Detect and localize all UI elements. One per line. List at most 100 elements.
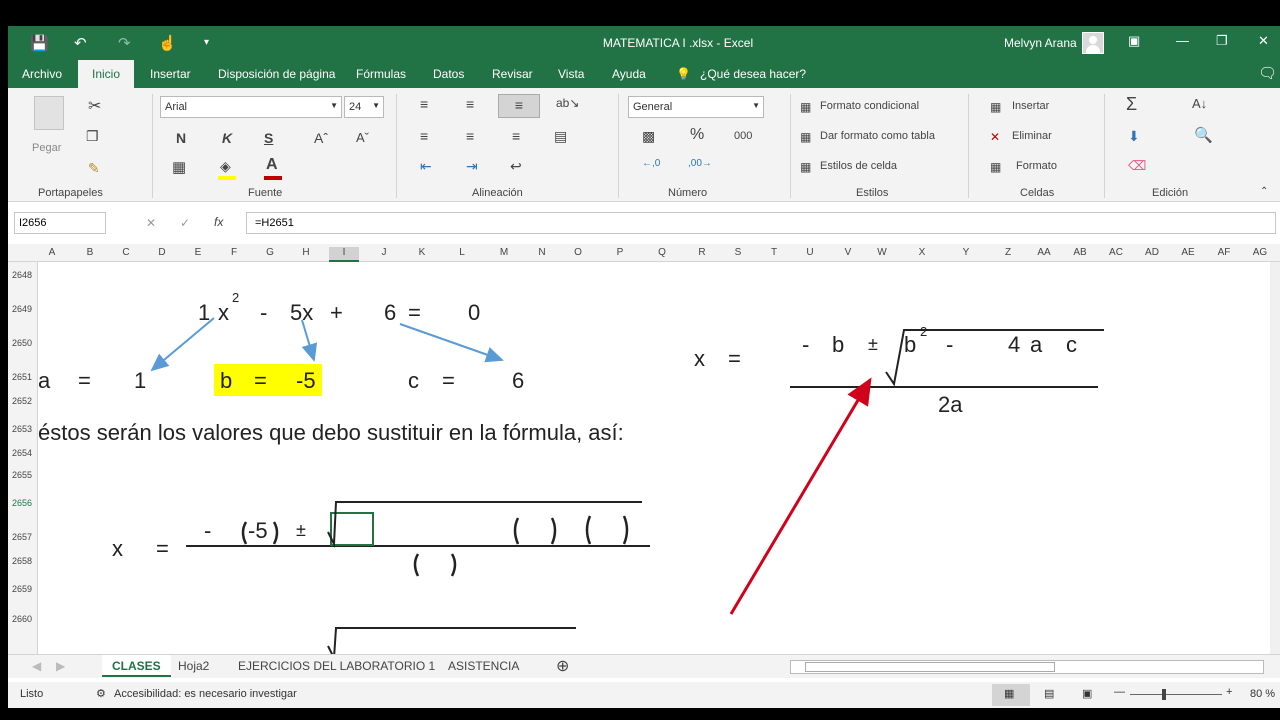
column-header[interactable]: F: [219, 247, 249, 258]
orientation-icon[interactable]: ab↘: [556, 96, 579, 110]
sheet-tab-asistencia[interactable]: ASISTENCIA: [448, 655, 519, 677]
column-header[interactable]: Z: [993, 247, 1023, 258]
row-header[interactable]: 2648: [8, 270, 36, 280]
row-header[interactable]: 2658: [8, 556, 36, 566]
zoom-in-icon[interactable]: +: [1226, 686, 1232, 698]
minimize-icon[interactable]: —: [1176, 33, 1189, 48]
column-header[interactable]: AF: [1209, 247, 1239, 258]
row-header[interactable]: 2660: [8, 614, 36, 624]
tab-ayuda[interactable]: Ayuda: [612, 67, 646, 81]
page-layout-icon[interactable]: ▤: [1044, 687, 1054, 700]
column-header[interactable]: O: [563, 247, 593, 258]
delete-cells-button[interactable]: Eliminar: [1012, 130, 1052, 142]
row-header[interactable]: 2653: [8, 424, 36, 434]
merge-center-icon[interactable]: ▤: [554, 128, 567, 145]
tab-datos[interactable]: Datos: [433, 67, 464, 81]
column-header[interactable]: AG: [1245, 247, 1275, 258]
column-header[interactable]: W: [867, 247, 897, 258]
column-header[interactable]: AD: [1137, 247, 1167, 258]
row-header[interactable]: 2652: [8, 396, 36, 406]
clear-icon[interactable]: ⌫: [1128, 158, 1146, 174]
paste-button[interactable]: Pegar: [32, 142, 61, 154]
percent-button[interactable]: %: [690, 126, 704, 144]
format-as-table-button[interactable]: Dar formato como tabla: [820, 130, 935, 142]
add-sheet-icon[interactable]: ⊕: [556, 656, 569, 676]
copy-icon[interactable]: ❐: [86, 128, 99, 145]
column-header[interactable]: A: [37, 247, 67, 258]
increase-indent-icon[interactable]: ⇥: [466, 158, 478, 175]
row-header[interactable]: 2649: [8, 304, 36, 314]
zoom-slider-thumb[interactable]: [1162, 689, 1166, 700]
column-header[interactable]: U: [795, 247, 825, 258]
ribbon-display-icon[interactable]: ▣: [1128, 33, 1140, 49]
column-header[interactable]: M: [489, 247, 519, 258]
font-size-select[interactable]: 24 ▼: [344, 96, 384, 118]
decrease-indent-icon[interactable]: ⇤: [420, 158, 432, 175]
avatar[interactable]: [1082, 32, 1104, 54]
align-left-icon[interactable]: ≡: [420, 128, 428, 144]
align-top-icon[interactable]: ≡: [420, 96, 428, 112]
restore-icon[interactable]: ❐: [1216, 33, 1228, 49]
close-icon[interactable]: ✕: [1258, 33, 1269, 49]
tab-archivo[interactable]: Archivo: [22, 67, 62, 81]
row-header[interactable]: 2659: [8, 584, 36, 594]
formula-input[interactable]: =H2651: [246, 212, 1276, 234]
sheet-tab-hoja2[interactable]: Hoja2: [178, 655, 209, 677]
sort-filter-icon[interactable]: A↓: [1192, 96, 1207, 111]
column-header[interactable]: AC: [1101, 247, 1131, 258]
column-header[interactable]: R: [687, 247, 717, 258]
cell-styles-button[interactable]: Estilos de celda: [820, 160, 897, 172]
borders-icon[interactable]: ▦: [172, 158, 186, 176]
column-header[interactable]: E: [183, 247, 213, 258]
horizontal-scroll-thumb[interactable]: [805, 662, 1055, 672]
cut-icon[interactable]: ✂: [88, 96, 101, 116]
column-header[interactable]: Y: [951, 247, 981, 258]
active-cell-I2656[interactable]: [330, 512, 374, 546]
row-header[interactable]: 2650: [8, 338, 36, 348]
sheet-tab-ejercicios[interactable]: EJERCICIOS DEL LABORATORIO 1: [238, 655, 435, 677]
insert-function-icon[interactable]: fx: [214, 215, 223, 229]
column-header[interactable]: T: [759, 247, 789, 258]
font-name-select[interactable]: Arial ▼: [160, 96, 342, 118]
row-header[interactable]: 2655: [8, 470, 36, 480]
column-header[interactable]: D: [147, 247, 177, 258]
decrease-decimal-icon[interactable]: ,00→: [688, 158, 712, 169]
redo-icon[interactable]: ↷: [118, 34, 131, 52]
column-header[interactable]: V: [833, 247, 863, 258]
row-header[interactable]: 2654: [8, 448, 36, 458]
vertical-scrollbar[interactable]: [1270, 262, 1280, 654]
number-format-select[interactable]: General ▼: [628, 96, 764, 118]
align-right-icon[interactable]: ≡: [512, 128, 520, 144]
customize-toolbar-icon[interactable]: ▾: [204, 37, 209, 48]
tell-me-search[interactable]: ¿Qué desea hacer?: [700, 67, 806, 81]
format-cells-button[interactable]: Formato: [1016, 160, 1057, 172]
tab-inicio[interactable]: Inicio: [78, 60, 135, 88]
sheet-tab-clases[interactable]: CLASES: [102, 655, 171, 677]
user-name[interactable]: Melvyn Arana: [1004, 36, 1077, 50]
fill-icon[interactable]: ⬇: [1128, 128, 1140, 145]
tab-vista[interactable]: Vista: [558, 67, 584, 81]
column-header[interactable]: G: [255, 247, 285, 258]
currency-icon[interactable]: ▩: [642, 128, 655, 145]
format-painter-icon[interactable]: ✎: [88, 160, 100, 177]
wrap-text-icon[interactable]: ↩: [510, 158, 522, 175]
autosum-icon[interactable]: Σ: [1126, 94, 1137, 115]
zoom-out-icon[interactable]: —: [1114, 686, 1125, 698]
align-center-icon[interactable]: ≡: [466, 128, 474, 144]
clipboard-icon[interactable]: [34, 96, 64, 130]
column-header[interactable]: S: [723, 247, 753, 258]
undo-icon[interactable]: ↶: [74, 34, 87, 52]
comments-icon[interactable]: 🗨: [1258, 64, 1277, 82]
collapse-ribbon-icon[interactable]: ⌃: [1260, 186, 1268, 197]
column-header[interactable]: X: [907, 247, 937, 258]
column-header[interactable]: N: [527, 247, 557, 258]
prev-sheet-icon[interactable]: ◀: [32, 659, 41, 673]
align-middle-icon[interactable]: ≡: [466, 96, 474, 112]
find-select-icon[interactable]: 🔍: [1194, 126, 1213, 144]
tab-revisar[interactable]: Revisar: [492, 67, 533, 81]
column-header[interactable]: H: [291, 247, 321, 258]
increase-font-icon[interactable]: Aˆ: [314, 130, 328, 146]
conditional-format-button[interactable]: Formato condicional: [820, 100, 919, 112]
column-header[interactable]: C: [111, 247, 141, 258]
accessibility-icon[interactable]: ⚙: [96, 687, 106, 700]
